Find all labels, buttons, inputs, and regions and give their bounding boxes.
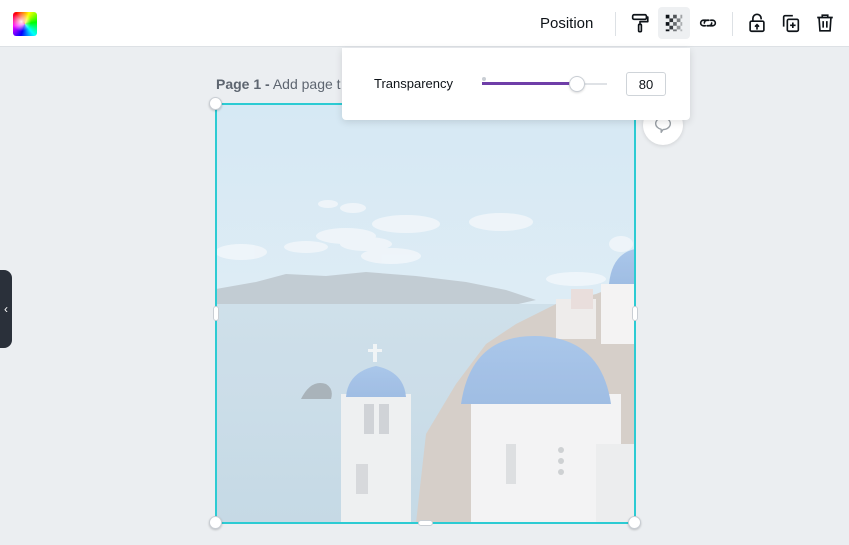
slider-min-marker [482, 77, 486, 81]
page-title: Page 1 - Add page t [216, 76, 341, 92]
resize-handle-right[interactable] [632, 306, 638, 321]
sidebar-collapse-button[interactable]: ‹ [0, 270, 12, 348]
transparency-label: Transparency [374, 76, 453, 91]
trash-icon [817, 14, 833, 32]
resize-handle-left[interactable] [213, 306, 219, 321]
page-number-label: Page 1 - [216, 76, 270, 92]
link-button[interactable] [692, 7, 724, 39]
position-button[interactable]: Position [529, 8, 604, 40]
transparency-value-input[interactable] [626, 72, 666, 96]
chevron-left-icon: ‹ [4, 302, 8, 316]
transparency-icon [665, 14, 683, 32]
page-title-input[interactable]: Add page t [273, 76, 341, 92]
delete-button[interactable] [809, 7, 841, 39]
toolbar-divider [732, 12, 733, 36]
resize-handle-bottom-left[interactable] [209, 516, 222, 529]
design-page[interactable] [216, 104, 635, 523]
slider-fill [482, 82, 578, 85]
lock-button[interactable] [741, 7, 773, 39]
transparency-overlay [216, 104, 635, 523]
link-icon [699, 19, 717, 27]
duplicate-icon [782, 14, 800, 33]
top-toolbar: Position [0, 0, 849, 47]
color-picker-swatch[interactable] [13, 12, 37, 36]
unlock-icon [749, 13, 765, 33]
transparency-slider[interactable] [482, 74, 607, 94]
resize-handle-bottom-right[interactable] [628, 516, 641, 529]
paint-roller-icon [631, 13, 649, 33]
resize-handle-bottom[interactable] [418, 520, 433, 526]
duplicate-button[interactable] [775, 7, 807, 39]
toolbar-divider [615, 12, 616, 36]
santorini-image[interactable] [216, 104, 635, 523]
paint-format-button[interactable] [624, 7, 656, 39]
transparency-button[interactable] [658, 7, 690, 39]
resize-handle-top-left[interactable] [209, 97, 222, 110]
slider-thumb[interactable] [569, 76, 586, 92]
transparency-popover: Transparency [342, 48, 690, 120]
